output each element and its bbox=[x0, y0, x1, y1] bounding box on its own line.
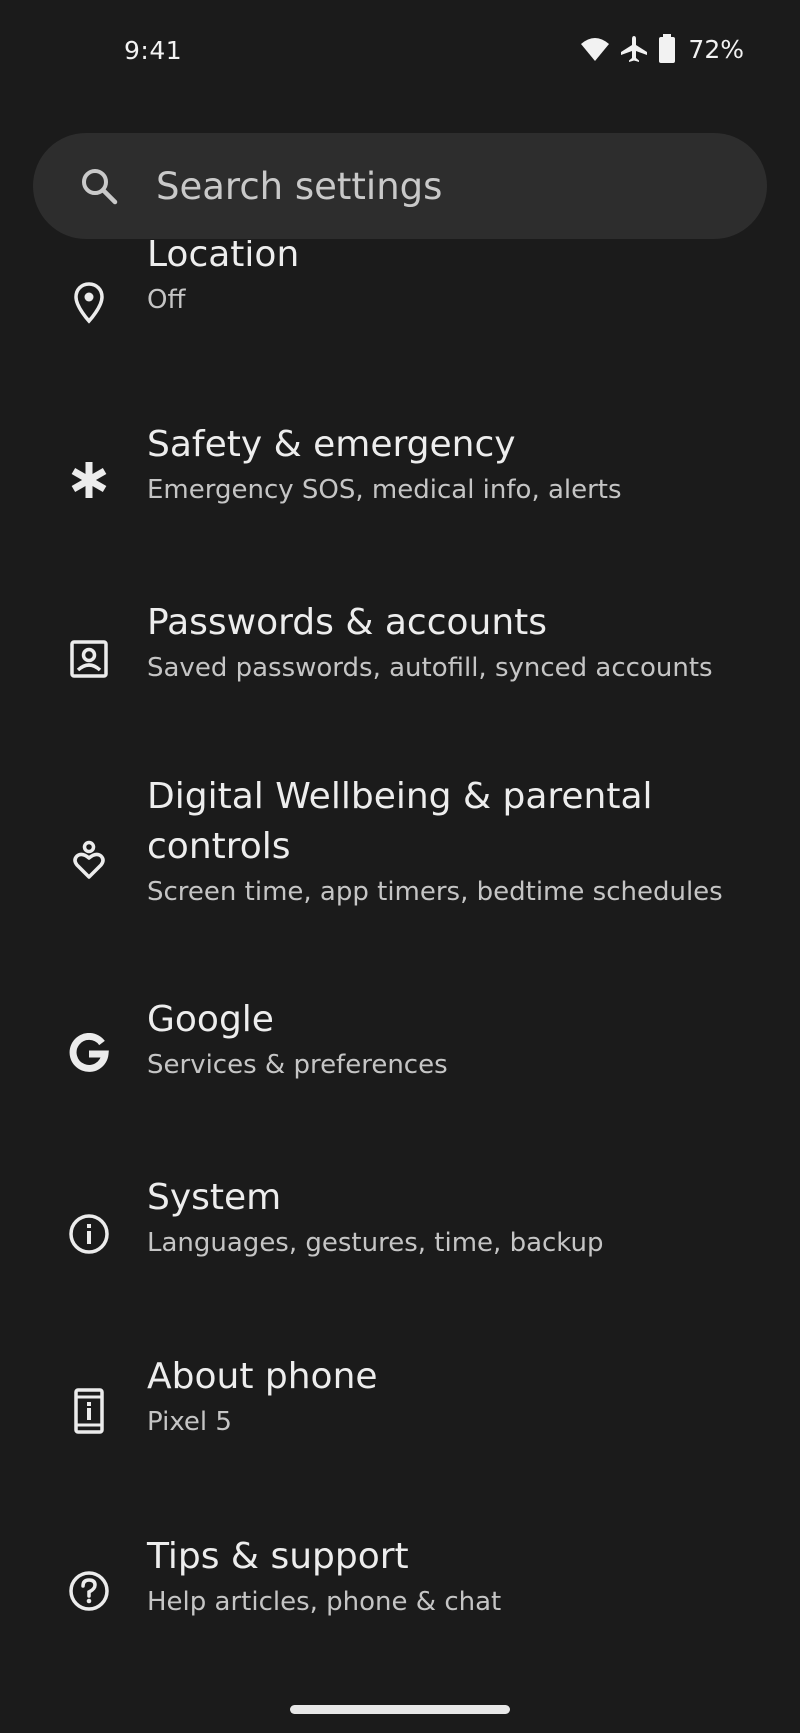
setting-title: Location bbox=[147, 240, 300, 275]
airplane-mode-icon bbox=[620, 35, 648, 63]
settings-list[interactable]: Location Off Safety & emergency Emergenc… bbox=[0, 240, 800, 1670]
setting-title: Digital Wellbeing & parental controls bbox=[147, 776, 653, 867]
setting-item-passwords-accounts[interactable]: Passwords & accounts Saved passwords, au… bbox=[0, 598, 800, 748]
account-box-icon bbox=[66, 636, 112, 682]
info-icon bbox=[66, 1211, 112, 1257]
setting-item-google[interactable]: Google Services & preferences bbox=[0, 995, 800, 1145]
phone-info-icon bbox=[66, 1388, 112, 1434]
setting-text: Location Off bbox=[147, 240, 770, 318]
setting-subtitle: Help articles, phone & chat bbox=[147, 1587, 502, 1617]
setting-text: Safety & emergency Emergency SOS, medica… bbox=[147, 420, 770, 508]
setting-item-about-phone[interactable]: About phone Pixel 5 bbox=[0, 1352, 800, 1502]
setting-subtitle: Services & preferences bbox=[147, 1050, 448, 1080]
setting-subtitle: Emergency SOS, medical info, alerts bbox=[147, 475, 622, 505]
setting-subtitle: Off bbox=[147, 285, 186, 315]
search-icon bbox=[75, 162, 123, 210]
setting-subtitle: Saved passwords, autofill, synced accoun… bbox=[147, 653, 713, 683]
asterisk-icon bbox=[66, 457, 112, 503]
setting-title: Passwords & accounts bbox=[147, 602, 548, 643]
setting-text: Tips & support Help articles, phone & ch… bbox=[147, 1532, 770, 1620]
setting-item-location[interactable]: Location Off bbox=[0, 240, 800, 380]
search-placeholder: Search settings bbox=[156, 164, 443, 208]
setting-item-tips-support[interactable]: Tips & support Help articles, phone & ch… bbox=[0, 1532, 800, 1670]
setting-subtitle: Screen time, app timers, bedtime schedul… bbox=[147, 877, 723, 907]
help-icon bbox=[66, 1568, 112, 1614]
setting-text: Passwords & accounts Saved passwords, au… bbox=[147, 598, 770, 686]
google-g-icon bbox=[66, 1031, 112, 1077]
setting-subtitle: Languages, gestures, time, backup bbox=[147, 1228, 604, 1258]
setting-item-digital-wellbeing[interactable]: Digital Wellbeing & parental controls Sc… bbox=[0, 772, 800, 972]
wifi-icon bbox=[580, 36, 610, 62]
setting-item-system[interactable]: System Languages, gestures, time, backup bbox=[0, 1173, 800, 1323]
battery-icon bbox=[658, 34, 676, 64]
location-pin-icon bbox=[66, 280, 112, 326]
setting-item-safety-emergency[interactable]: Safety & emergency Emergency SOS, medica… bbox=[0, 420, 800, 570]
home-gesture-bar[interactable] bbox=[290, 1705, 510, 1714]
status-bar: 9:41 72% bbox=[0, 0, 800, 100]
search-bar[interactable]: Search settings bbox=[33, 133, 767, 239]
setting-subtitle: Pixel 5 bbox=[147, 1407, 232, 1437]
setting-text: About phone Pixel 5 bbox=[147, 1352, 770, 1440]
battery-percent: 72% bbox=[688, 34, 744, 64]
status-icons: 72% bbox=[580, 34, 744, 64]
setting-text: System Languages, gestures, time, backup bbox=[147, 1173, 770, 1261]
setting-title: System bbox=[147, 1177, 282, 1218]
setting-text: Digital Wellbeing & parental controls Sc… bbox=[147, 772, 770, 910]
setting-title: Tips & support bbox=[147, 1536, 409, 1577]
setting-title: Google bbox=[147, 999, 274, 1040]
setting-title: About phone bbox=[147, 1356, 378, 1397]
wellbeing-icon bbox=[66, 837, 112, 883]
status-clock: 9:41 bbox=[124, 36, 183, 65]
setting-text: Google Services & preferences bbox=[147, 995, 770, 1083]
setting-title: Safety & emergency bbox=[147, 424, 516, 465]
